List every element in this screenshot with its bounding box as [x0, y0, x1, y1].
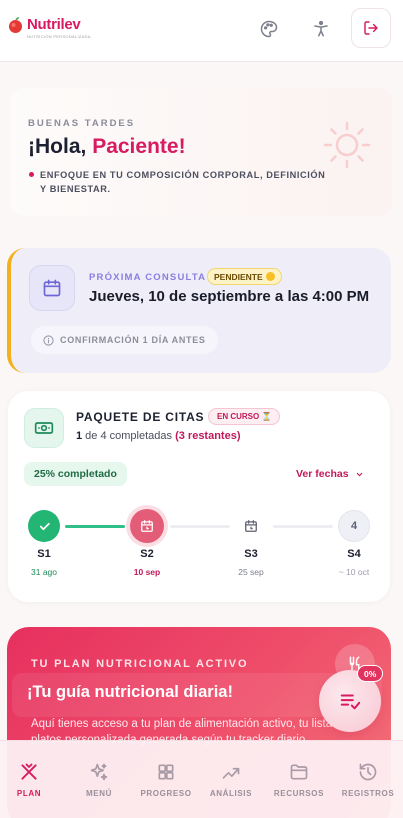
- palette-icon: [260, 20, 278, 38]
- grid-icon: [155, 761, 177, 783]
- step-4-date: ~ 10 oct: [338, 567, 370, 577]
- step-1-name: S1: [37, 548, 51, 560]
- accessibility-button[interactable]: [302, 10, 340, 48]
- step-2-name: S2: [140, 548, 154, 560]
- info-icon: [43, 334, 54, 346]
- logo-subtitle: NUTRICIÓN PERSONALIZADA: [27, 34, 91, 39]
- logo-text: Nutrilev: [27, 16, 81, 33]
- nav-item-plan[interactable]: PLAN: [0, 761, 62, 798]
- next-appointment-card[interactable]: PRÓXIMA CONSULTA PENDIENTE Jueves, 10 de…: [7, 248, 391, 373]
- sun-icon: [323, 121, 371, 169]
- greeting-card: BUENAS TARDES ¡Hola, Paciente! ENFOQUE E…: [10, 88, 392, 216]
- logout-icon: [364, 21, 378, 35]
- session-step-3[interactable]: [235, 510, 267, 542]
- greeting-focus: ENFOQUE EN TU COMPOSICIÓN CORPORAL, DEFI…: [40, 170, 326, 194]
- appointment-package-card: PAQUETE DE CITAS EN CURSO ⏳ 1 de 4 compl…: [8, 391, 390, 602]
- session-step-2[interactable]: [130, 509, 164, 543]
- calendar-icon: [245, 520, 257, 532]
- progress-line-3: [273, 525, 333, 528]
- progress-line-1: [65, 525, 125, 528]
- greeting-eyebrow: BUENAS TARDES: [28, 118, 136, 129]
- calendar-icon-box: [29, 265, 75, 311]
- pending-dot-icon: [265, 272, 275, 281]
- session-step-4[interactable]: 4: [338, 510, 370, 542]
- package-count: 1 de 4 completadas (3 restantes): [76, 430, 241, 442]
- step-3-name: S3: [244, 548, 258, 560]
- money-icon-box: [24, 408, 64, 448]
- checklist-icon: [340, 694, 361, 710]
- focus-bullet: [29, 172, 34, 177]
- step-3-date: 25 sep: [238, 567, 264, 577]
- nav-item-menu[interactable]: MENÚ: [66, 761, 132, 798]
- trend-icon: [220, 761, 242, 783]
- logout-button[interactable]: [351, 8, 391, 48]
- step-4-name: S4: [347, 548, 361, 560]
- apple-logo-icon: [9, 17, 22, 33]
- progress-line-2: [170, 525, 230, 528]
- app-logo[interactable]: Nutrilev NUTRICIÓN PERSONALIZADA: [7, 14, 90, 44]
- money-icon: [34, 422, 54, 434]
- package-remaining: (3 restantes): [175, 430, 241, 442]
- step-1-date: 31 ago: [31, 567, 57, 577]
- chevron-down-icon: [356, 472, 362, 476]
- nav-item-resources[interactable]: RECURSOS: [266, 761, 332, 798]
- tracker-progress-badge: 0%: [357, 665, 384, 682]
- calendar-icon: [43, 279, 61, 297]
- utensils-icon: [18, 761, 40, 783]
- greeting-title: ¡Hola, Paciente!: [28, 135, 186, 159]
- package-status-badge: EN CURSO ⏳: [208, 408, 281, 425]
- package-title: PAQUETE DE CITAS: [76, 410, 205, 424]
- step-4-number: 4: [350, 520, 358, 532]
- nav-label-records: REGISTROS: [341, 789, 395, 798]
- nav-item-progress[interactable]: PROGRESO: [133, 761, 199, 798]
- progress-pill: 25% completado: [24, 462, 127, 486]
- calendar-clock-icon: [141, 520, 153, 532]
- status-badge-text: PENDIENTE: [214, 271, 263, 282]
- status-badge: PENDIENTE: [207, 268, 282, 285]
- nav-label-menu: MENÚ: [86, 789, 112, 798]
- package-of-text: de 4 completadas: [82, 430, 176, 442]
- appointment-label: PRÓXIMA CONSULTA: [89, 272, 207, 283]
- app-header: Nutrilev NUTRICIÓN PERSONALIZADA: [0, 0, 403, 62]
- nav-label-plan: PLAN: [16, 789, 42, 798]
- accessibility-icon: [314, 20, 328, 37]
- greeting-name: Paciente!: [92, 135, 186, 158]
- theme-palette-button[interactable]: [250, 10, 288, 48]
- greeting-hello: ¡Hola,: [28, 135, 87, 158]
- view-dates-button[interactable]: Ver fechas: [296, 468, 364, 480]
- sparkles-icon: [88, 761, 110, 783]
- nav-label-resources: RECURSOS: [273, 789, 325, 798]
- step-2-date: 10 sep: [133, 567, 161, 577]
- nav-item-records[interactable]: REGISTROS: [335, 761, 401, 798]
- appointment-date: Jueves, 10 de septiembre a las 4:00 PM: [89, 288, 370, 305]
- check-icon: [39, 522, 50, 530]
- confirmation-text: CONFIRMACIÓN 1 DÍA ANTES: [60, 335, 206, 345]
- nav-label-progress: PROGRESO: [140, 789, 192, 798]
- nav-item-analysis[interactable]: ANÁLISIS: [198, 761, 264, 798]
- folder-icon: [288, 761, 310, 783]
- bottom-navigation: PLAN MENÚ PROGRESO ANÁLISIS RECURSOS REG…: [0, 740, 403, 818]
- nav-label-analysis: ANÁLISIS: [209, 789, 253, 798]
- plan-eyebrow: TU PLAN NUTRICIONAL ACTIVO: [31, 658, 249, 670]
- view-dates-label: Ver fechas: [296, 468, 349, 480]
- history-icon: [357, 761, 379, 783]
- session-step-1[interactable]: [28, 510, 60, 542]
- confirmation-note: CONFIRMACIÓN 1 DÍA ANTES: [31, 326, 218, 354]
